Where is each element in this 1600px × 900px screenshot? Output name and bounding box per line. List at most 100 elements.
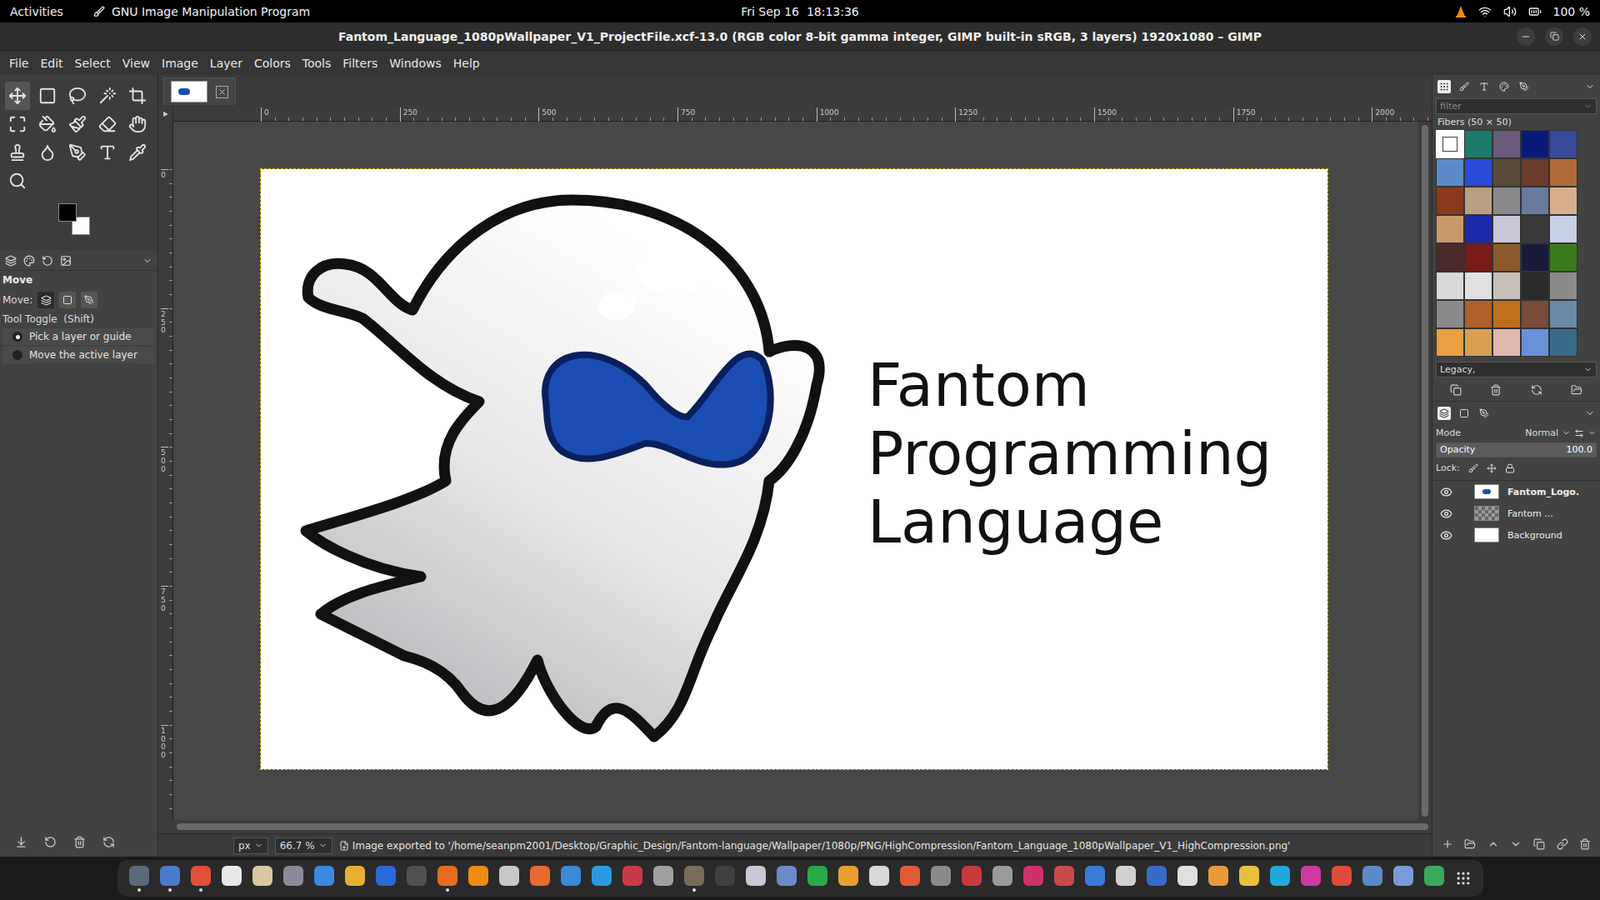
pattern-swatch[interactable] [1492, 158, 1521, 187]
lock-position-icon[interactable] [1486, 463, 1497, 474]
pattern-swatch[interactable] [1435, 328, 1465, 357]
tool-button[interactable] [65, 138, 90, 167]
tool-button[interactable] [5, 81, 30, 110]
raise-layer-icon[interactable] [1487, 838, 1500, 850]
dock-item[interactable] [653, 865, 674, 892]
channels-tab[interactable] [1457, 406, 1471, 420]
dock-item[interactable] [1115, 865, 1136, 892]
opacity-slider[interactable]: Opacity100.0 [1435, 442, 1597, 458]
dock-item[interactable] [375, 865, 396, 892]
pattern-swatch[interactable] [1464, 328, 1493, 357]
delete-options-icon[interactable] [73, 835, 86, 849]
dock-item[interactable] [1300, 865, 1321, 892]
menu-item[interactable]: Colors [248, 53, 297, 74]
anchor-layer-icon[interactable] [1556, 838, 1569, 850]
dock-item[interactable] [1023, 865, 1044, 892]
reset-options-icon[interactable] [102, 835, 115, 849]
clock[interactable]: Fri Sep 16 18:13:36 [740, 5, 860, 19]
menu-item[interactable]: Edit [34, 53, 69, 74]
tool-button[interactable] [65, 81, 90, 110]
canvas-area[interactable]: FantomProgrammingLanguage [173, 121, 1419, 820]
menu-item[interactable]: View [116, 53, 156, 74]
fonts-tab[interactable] [1477, 80, 1491, 94]
new-group-icon[interactable] [1464, 838, 1476, 850]
brushes-tab[interactable] [1457, 80, 1471, 94]
refresh-patterns-icon[interactable] [1530, 384, 1543, 396]
lower-layer-icon[interactable] [1510, 838, 1522, 850]
radio-option[interactable]: Pick a layer or guide [2, 328, 155, 345]
menu-item[interactable]: Image [155, 53, 205, 74]
gradients-tab[interactable] [1497, 80, 1511, 94]
tool-button[interactable] [35, 138, 60, 167]
mode-select[interactable]: Normal [1525, 427, 1597, 439]
dock-item[interactable] [776, 865, 797, 892]
pattern-swatch[interactable] [1520, 130, 1550, 159]
dock-menu-icon[interactable] [1585, 81, 1595, 92]
dock-item[interactable] [1424, 865, 1445, 892]
pattern-swatch[interactable] [1435, 243, 1465, 272]
pattern-swatch[interactable] [1520, 328, 1550, 357]
dock-item[interactable] [745, 865, 766, 892]
dock-item[interactable] [499, 865, 520, 892]
battery-icon[interactable] [1528, 5, 1542, 19]
pattern-filter[interactable]: filter [1435, 98, 1597, 115]
minimize-button[interactable] [1516, 27, 1535, 46]
close-button[interactable] [1573, 27, 1592, 46]
dock-item[interactable] [807, 865, 828, 892]
unit-select[interactable]: px [233, 837, 269, 855]
app-menu[interactable]: GNU Image Manipulation Program [93, 5, 310, 19]
dock-item[interactable] [129, 865, 150, 892]
dock-item[interactable] [221, 865, 242, 892]
dock-menu-icon[interactable] [1585, 408, 1595, 419]
patterns-tab[interactable] [1437, 80, 1451, 94]
dock-item[interactable] [622, 865, 643, 892]
dock-item[interactable] [684, 865, 705, 892]
dock-item[interactable] [1270, 865, 1290, 892]
ruler-menu-button[interactable] [158, 106, 174, 122]
pattern-swatch[interactable] [1435, 271, 1465, 300]
pattern-swatch[interactable] [1520, 300, 1550, 329]
lock-pixels-icon[interactable] [1468, 463, 1479, 474]
radio-option[interactable]: Move the active layer [2, 346, 155, 364]
dock-item[interactable] [1146, 865, 1167, 892]
wifi-icon[interactable] [1478, 5, 1492, 19]
tool-button[interactable] [35, 110, 60, 139]
restore-options-icon[interactable] [44, 835, 57, 849]
image-tab[interactable] [163, 77, 236, 105]
move-layer-button[interactable] [37, 291, 55, 309]
pattern-swatch[interactable] [1520, 215, 1550, 244]
vlc-icon[interactable] [1455, 5, 1467, 19]
dock-item[interactable] [437, 865, 458, 892]
layer-row[interactable]: Fantom ... [1432, 502, 1600, 525]
tool-button[interactable] [95, 81, 120, 110]
layers-tab[interactable] [1437, 406, 1451, 420]
tag-field[interactable]: Legacy, [1435, 361, 1597, 378]
open-pattern-icon[interactable] [1570, 384, 1583, 396]
pattern-swatch[interactable] [1492, 186, 1521, 215]
dock-item[interactable] [1054, 865, 1075, 892]
delete-pattern-icon[interactable] [1490, 384, 1502, 396]
move-path-button[interactable] [80, 291, 98, 309]
menu-item[interactable]: Select [69, 53, 117, 74]
horizontal-ruler[interactable]: 025050075010001250150017502000 [173, 106, 1432, 122]
dock-item[interactable] [252, 865, 273, 892]
pattern-swatch[interactable] [1520, 186, 1550, 215]
layer-row[interactable]: Background [1432, 524, 1600, 546]
pattern-swatch[interactable] [1492, 271, 1521, 300]
foreground-color[interactable] [58, 203, 77, 222]
pattern-swatch[interactable] [1464, 300, 1493, 329]
pattern-swatch[interactable] [1549, 186, 1578, 215]
images-tab-icon[interactable] [60, 255, 72, 267]
dock-item[interactable] [406, 865, 427, 892]
pattern-swatch[interactable] [1549, 328, 1578, 357]
tool-button[interactable] [95, 138, 120, 167]
lock-alpha-icon[interactable] [1505, 463, 1515, 474]
tool-button[interactable] [95, 110, 120, 139]
pattern-swatch[interactable] [1435, 300, 1465, 329]
dock-item[interactable] [345, 865, 365, 892]
dock-item[interactable] [715, 865, 735, 892]
tab-close-button[interactable] [215, 85, 229, 99]
pattern-swatch[interactable] [1464, 186, 1493, 215]
pattern-swatch[interactable] [1520, 271, 1550, 300]
pattern-swatch[interactable] [1520, 243, 1550, 272]
